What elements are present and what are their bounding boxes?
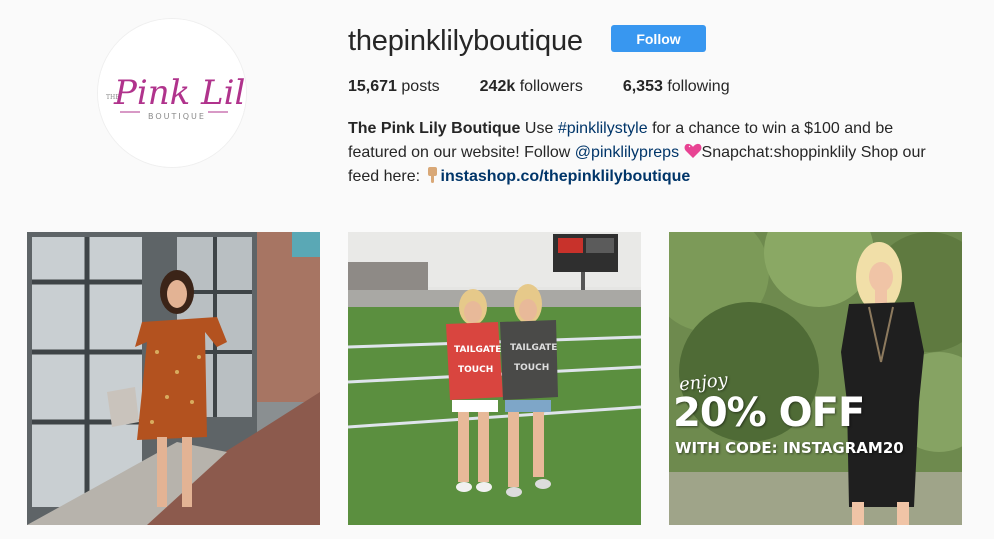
stat-followers[interactable]: 242k followers: [480, 77, 583, 97]
bio-mention-link[interactable]: @pinklilypreps: [575, 144, 679, 161]
pointing-down-hand-icon: [427, 167, 437, 183]
post-thumbnail-2[interactable]: TAILGATE TOUCH TAILGATE TOUCH: [348, 232, 641, 525]
svg-text:TAILGATE: TAILGATE: [510, 343, 557, 353]
profile-username: thepinklilyboutique: [348, 25, 583, 57]
following-label: following: [667, 78, 730, 95]
posts-count: 15,671: [348, 78, 397, 95]
post-thumbnail-3[interactable]: enjoy 20% OFF WITH CODE: INSTAGRAM20: [669, 232, 962, 525]
svg-text:TOUCH: TOUCH: [458, 365, 493, 375]
logo-main-text: Pink Lily: [113, 73, 247, 113]
post-2-image: TAILGATE TOUCH TAILGATE TOUCH: [348, 232, 641, 525]
bio-name: The Pink Lily Boutique: [348, 120, 521, 137]
profile-stats: 15,671 posts 242k followers 6,353 follow…: [348, 77, 770, 97]
profile-bio: The Pink Lily Boutique Use #pinklilystyl…: [348, 117, 948, 189]
stat-following[interactable]: 6,353 following: [623, 77, 730, 97]
logo-sub-text: BOUTIQUE: [148, 112, 206, 121]
bio-text-1: Use: [524, 120, 554, 137]
bio-hashtag-link[interactable]: #pinklilystyle: [558, 120, 648, 137]
post-thumbnail-1[interactable]: [27, 232, 320, 525]
promo-code-text: WITH CODE: INSTAGRAM20: [675, 439, 904, 457]
follow-button[interactable]: Follow: [611, 25, 706, 52]
followers-label: followers: [519, 78, 583, 95]
promo-discount-text: 20% OFF: [673, 390, 865, 436]
posts-label: posts: [401, 78, 440, 95]
profile-avatar[interactable]: THE Pink Lily BOUTIQUE: [97, 18, 247, 168]
bio-website-link[interactable]: instashop.co/thepinklilyboutique: [441, 168, 691, 185]
heart-emoji-icon: [684, 143, 701, 158]
followers-count: 242k: [479, 78, 516, 95]
following-count: 6,353: [622, 78, 663, 95]
stat-posts: 15,671 posts: [348, 77, 440, 97]
post-1-image: [27, 232, 320, 525]
svg-text:TAILGATE: TAILGATE: [454, 345, 501, 355]
svg-text:TOUCH: TOUCH: [514, 363, 549, 373]
